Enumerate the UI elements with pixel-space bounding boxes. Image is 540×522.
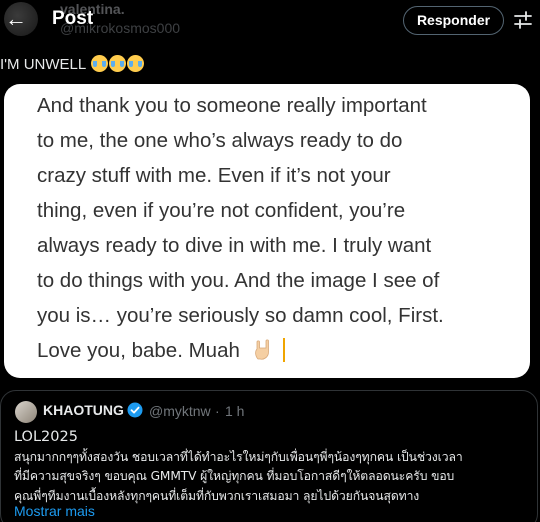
image-screenshot-text: And thank you to someone really importan… xyxy=(37,88,517,368)
crying-face-icon xyxy=(90,55,108,72)
top-bar: valentina. @mikrokosmos000 ← Post Respon… xyxy=(0,0,540,40)
verified-badge-icon xyxy=(127,402,143,418)
image-text-line: Love you, babe. Muah xyxy=(37,339,240,362)
image-text-line: to me, the one who’s always ready to do xyxy=(37,129,403,152)
quoted-text-line: ที่มีความสุขจริงๆ ขอบคุณ GMMTV ผู้ใหญ่ทุ… xyxy=(14,469,455,483)
crying-face-icon xyxy=(108,55,126,72)
image-text-line: And thank you to someone really importan… xyxy=(37,94,427,117)
tweet-text: I'M UNWELL xyxy=(0,55,144,73)
image-text-line: always ready to dive in with me. I truly… xyxy=(37,234,432,257)
quoted-author-avatar[interactable] xyxy=(15,401,37,423)
image-text-line: crazy stuff with me. Even if it’s not yo… xyxy=(37,164,391,187)
quoted-text-line: LOL2025 xyxy=(14,429,78,445)
rock-hand-icon xyxy=(254,339,269,360)
sliders-icon[interactable] xyxy=(513,10,533,30)
tweet-text-content: I'M UNWELL xyxy=(0,56,86,73)
text-cursor xyxy=(283,338,286,362)
image-text-line: to do things with you. And the image I s… xyxy=(37,269,440,292)
image-text-line-last: Love you, babe. Muah xyxy=(37,333,517,368)
reply-button[interactable]: Responder xyxy=(403,6,504,35)
quoted-post-time[interactable]: 1 h xyxy=(225,403,244,419)
back-arrow-icon[interactable]: ← xyxy=(2,6,30,34)
page-title: Post xyxy=(52,8,94,29)
show-more-link[interactable]: Mostrar mais xyxy=(14,503,95,519)
tweet-image[interactable]: And thank you to someone really importan… xyxy=(4,84,530,378)
quoted-author-name[interactable]: KHAOTUNG xyxy=(43,402,124,418)
quoted-author-handle[interactable]: @myktnw xyxy=(149,403,211,419)
quoted-post-text: LOL2025 สนุกมากกๆๆทั้งสองวัน ชอบเวลาที่ไ… xyxy=(14,428,530,506)
image-text-line: you is… you’re seriously so damn cool, F… xyxy=(37,304,444,327)
image-text-line: thing, even if you’re not confident, you… xyxy=(37,199,406,222)
quoted-post[interactable]: KHAOTUNG @myktnw · 1 h LOL2025 สนุกมากกๆ… xyxy=(0,390,538,522)
crying-face-icon xyxy=(126,55,144,72)
separator-dot: · xyxy=(215,403,220,419)
quoted-text-line: สนุกมากกๆๆทั้งสองวัน ชอบเวลาที่ได้ทำอะไร… xyxy=(14,449,463,464)
